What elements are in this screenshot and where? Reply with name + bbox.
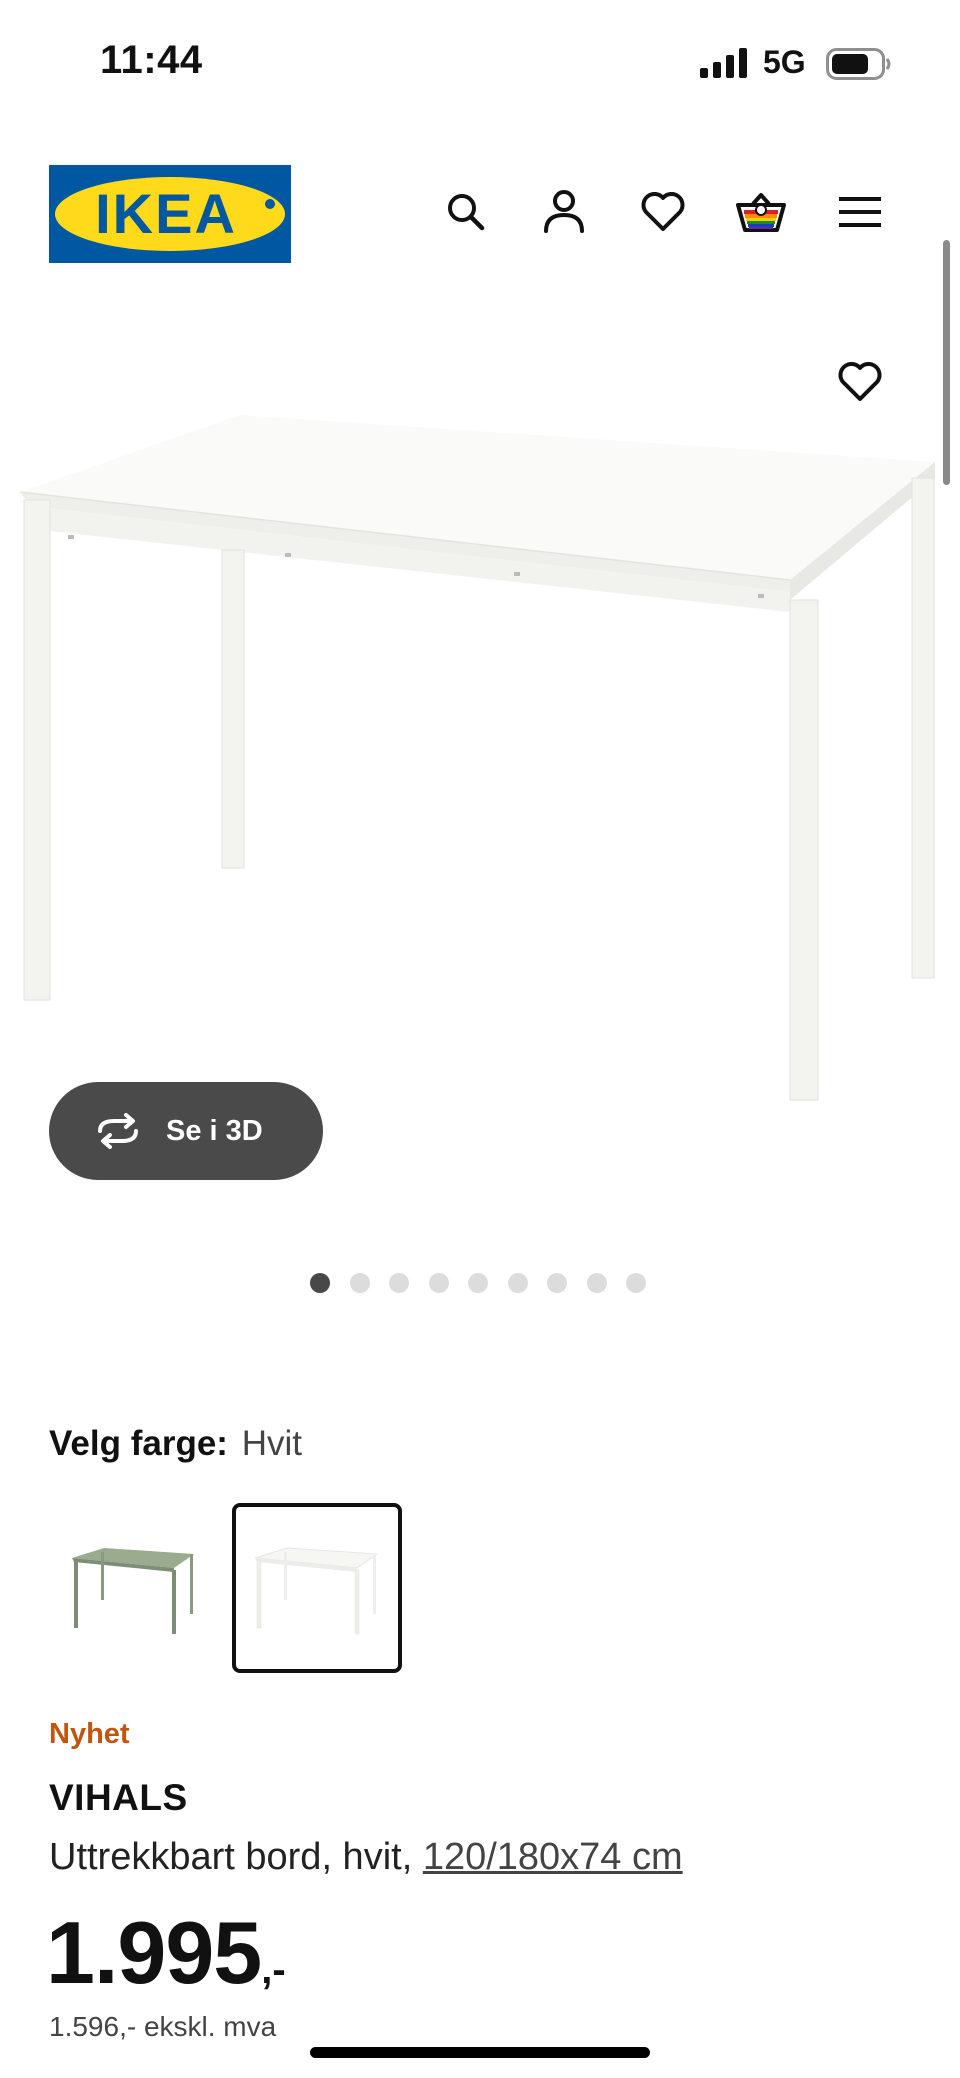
status-bar: 11:44 5G <box>0 0 960 120</box>
carousel-dots <box>310 1273 646 1293</box>
ikea-logo[interactable]: IKEA <box>49 165 291 263</box>
product-price: 1.995,- <box>46 1902 286 2004</box>
heart-outline-icon <box>838 362 882 401</box>
price-main: 1.995 <box>46 1903 262 2002</box>
price-excluding-vat: 1.596,- ekskl. mva <box>49 2011 277 2042</box>
carousel-dot-6[interactable] <box>507 1273 528 1293</box>
carousel-dot-1[interactable] <box>310 1273 330 1293</box>
battery-icon <box>826 48 891 80</box>
new-badge: Nyhet <box>49 1718 130 1750</box>
basket-icon[interactable] <box>733 184 789 240</box>
logo-text: IKEA <box>95 182 237 245</box>
carousel-dot-4[interactable] <box>428 1273 449 1293</box>
size-link[interactable]: 120/180x74 cm <box>423 1836 683 1878</box>
view-3d-button[interactable]: Se i 3D <box>49 1082 323 1180</box>
color-label: Velg farge: <box>49 1424 228 1463</box>
heart-icon[interactable] <box>635 184 691 240</box>
home-indicator[interactable] <box>310 2047 650 2058</box>
status-time: 11:44 <box>100 38 203 82</box>
color-swatch-white[interactable] <box>232 1503 402 1673</box>
carousel-dot-8[interactable] <box>586 1273 607 1293</box>
favorite-button[interactable] <box>830 352 890 412</box>
rotate-icon <box>98 1113 138 1149</box>
view-3d-label: Se i 3D <box>166 1114 263 1147</box>
white-table-thumbnail <box>254 1547 379 1635</box>
product-description: Uttrekkbart bord, hvit, 120/180x74 cm <box>49 1836 683 1879</box>
carousel-dot-5[interactable] <box>468 1273 488 1293</box>
product-name: VIHALS <box>49 1777 188 1818</box>
user-icon[interactable] <box>536 184 592 240</box>
network-type: 5G <box>763 44 806 80</box>
price-suffix: ,- <box>261 1948 286 1992</box>
menu-icon[interactable] <box>832 184 888 240</box>
search-icon[interactable] <box>438 184 494 240</box>
carousel-dot-2[interactable] <box>349 1273 370 1293</box>
product-description-text: Uttrekkbart bord, hvit, <box>49 1836 423 1878</box>
green-table-thumbnail <box>72 1548 194 1634</box>
carousel-dot-9[interactable] <box>626 1273 646 1293</box>
signal-icon <box>700 48 747 78</box>
carousel-dot-7[interactable] <box>547 1273 567 1293</box>
color-swatch-green[interactable] <box>49 1503 219 1673</box>
color-selector-label: Velg farge: Hvit <box>49 1424 302 1464</box>
carousel-dot-3[interactable] <box>389 1273 409 1293</box>
product-image[interactable] <box>0 330 960 1130</box>
site-header: IKEA <box>0 160 960 270</box>
selected-color: Hvit <box>241 1424 302 1463</box>
